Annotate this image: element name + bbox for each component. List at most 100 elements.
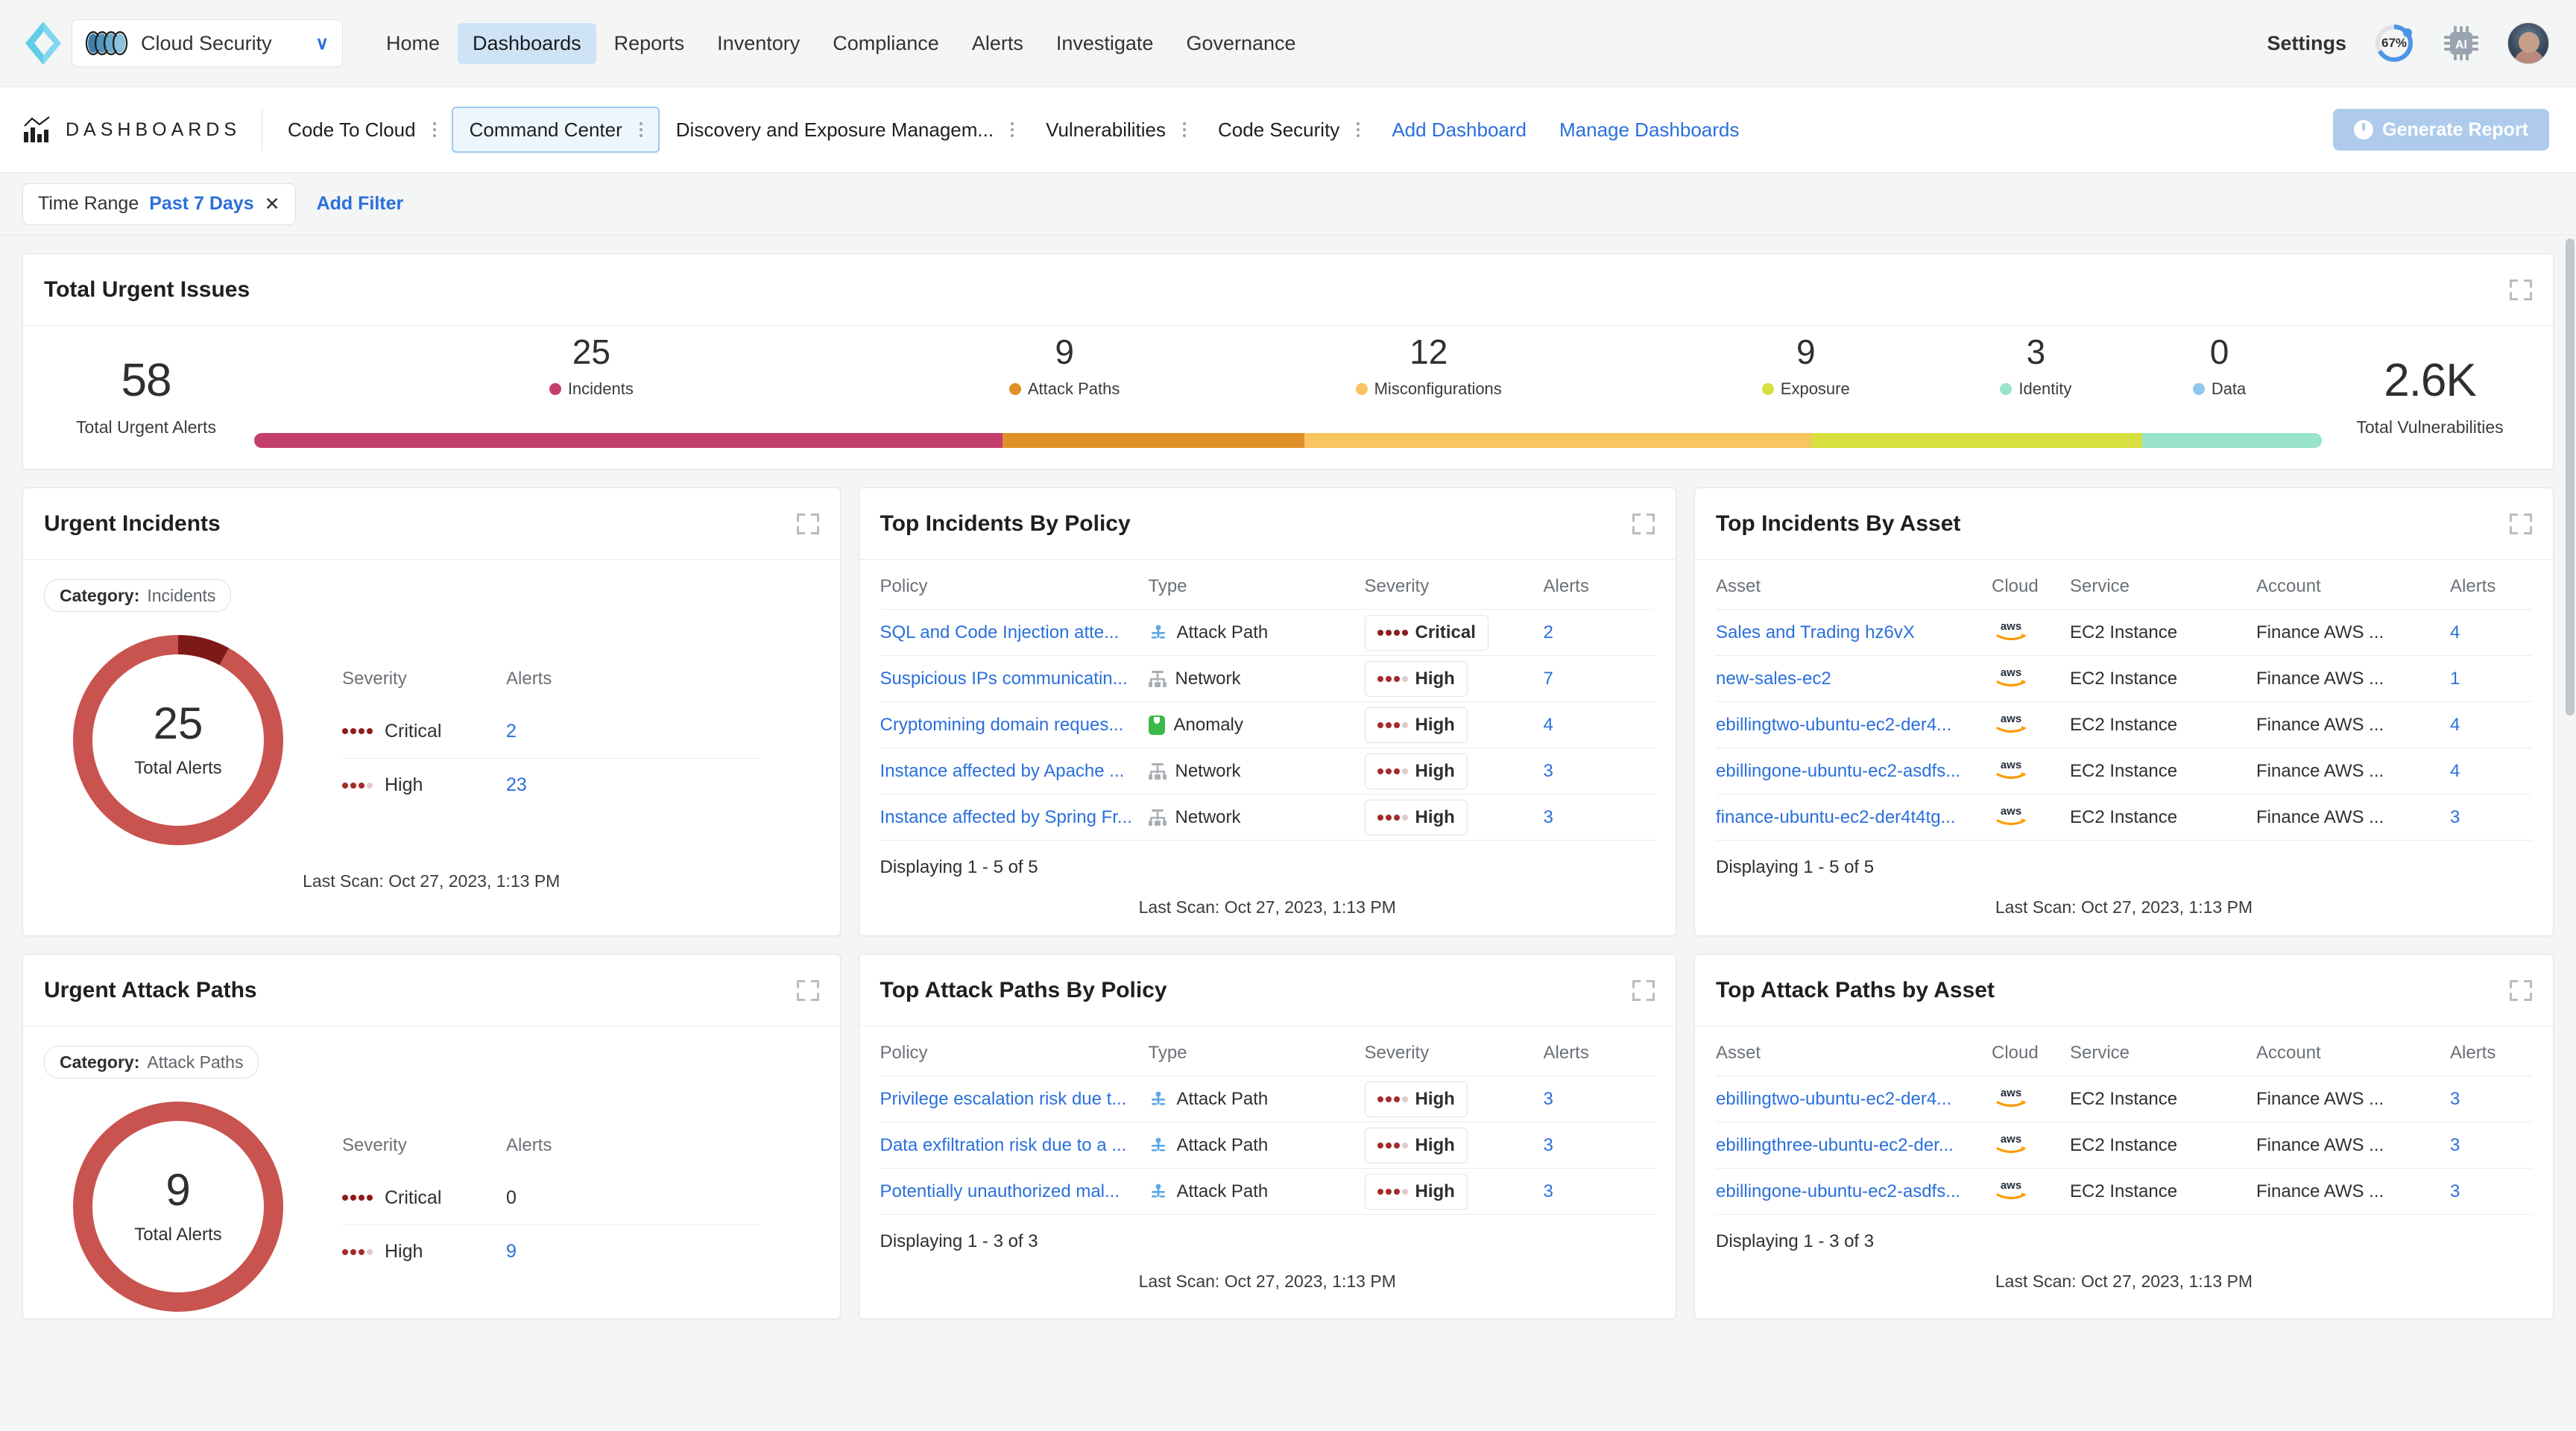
alerts-count-link[interactable]: 7 xyxy=(1544,669,1626,689)
tab-code-to-cloud[interactable]: Code To Cloud xyxy=(271,107,452,153)
expand-icon[interactable] xyxy=(2510,513,2532,534)
alerts-count-link[interactable]: 3 xyxy=(1544,1089,1626,1110)
tab-overflow-menu-icon[interactable] xyxy=(422,122,447,137)
table-row[interactable]: Privilege escalation risk due t... Attac… xyxy=(880,1075,1655,1122)
expand-icon[interactable] xyxy=(2510,279,2532,300)
nav-item-alerts[interactable]: Alerts xyxy=(957,23,1038,64)
expand-icon[interactable] xyxy=(796,979,819,1001)
expand-icon[interactable] xyxy=(1632,979,1655,1001)
alerts-count-link[interactable]: 4 xyxy=(2450,761,2532,782)
nav-item-compliance[interactable]: Compliance xyxy=(818,23,954,64)
table-row[interactable]: new-sales-ec2 aws EC2 Instance Finance A… xyxy=(1716,655,2532,701)
alerts-count-link[interactable]: 3 xyxy=(1544,1135,1626,1156)
alerts-count-link[interactable]: 3 xyxy=(1544,807,1626,828)
chevron-down-icon[interactable]: ∨ xyxy=(315,33,329,54)
asset-link[interactable]: ebillingone-ubuntu-ec2-asdfs... xyxy=(1716,761,1992,782)
legend-item-incidents[interactable]: 25 Incidents xyxy=(254,335,929,399)
alerts-count-link[interactable]: 3 xyxy=(2450,1181,2532,1202)
prisma-logo-icon[interactable] xyxy=(22,20,64,66)
alerts-count-link[interactable]: 3 xyxy=(1544,1181,1626,1202)
alerts-count-link[interactable]: 2 xyxy=(1544,622,1626,643)
asset-link[interactable]: ebillingone-ubuntu-ec2-asdfs... xyxy=(1716,1181,1992,1202)
legend-item-data[interactable]: 0 Data xyxy=(2117,335,2322,399)
table-row[interactable]: Instance affected by Spring Fr... Networ… xyxy=(880,794,1655,840)
policy-link[interactable]: Suspicious IPs communicatin... xyxy=(880,669,1149,689)
tab-command-center[interactable]: Command Center xyxy=(451,107,660,153)
tab-overflow-menu-icon[interactable] xyxy=(1345,122,1371,137)
table-row[interactable]: ebillingone-ubuntu-ec2-asdfs... aws EC2 … xyxy=(1716,748,2532,794)
policy-link[interactable]: Cryptomining domain reques... xyxy=(880,715,1149,736)
ai-assistant-icon[interactable]: AI xyxy=(2442,24,2481,63)
policy-link[interactable]: Instance affected by Spring Fr... xyxy=(880,807,1149,828)
alerts-count-link[interactable]: 3 xyxy=(2450,1089,2532,1110)
onboarding-progress-ring[interactable]: 67% xyxy=(2373,22,2415,64)
alerts-count-link[interactable]: 1 xyxy=(2450,669,2532,689)
policy-link[interactable]: Privilege escalation risk due t... xyxy=(880,1089,1149,1110)
severity-row[interactable]: High 23 xyxy=(342,758,760,812)
table-row[interactable]: SQL and Code Injection atte... Attack Pa… xyxy=(880,609,1655,655)
severity-row[interactable]: Critical 0 xyxy=(342,1171,760,1225)
bar-segment-incidents[interactable] xyxy=(254,433,1003,448)
category-chip[interactable]: Category: Attack Paths xyxy=(44,1046,259,1078)
alerts-count-link[interactable]: 3 xyxy=(2450,807,2532,828)
tenant-selector[interactable]: Cloud Security ∨ xyxy=(72,19,343,67)
filter-chip-time-range[interactable]: Time Range Past 7 Days ✕ xyxy=(22,183,296,225)
legend-item-misconfigurations[interactable]: 12 Misconfigurations xyxy=(1201,335,1657,399)
table-row[interactable]: ebillingtwo-ubuntu-ec2-der4... aws EC2 I… xyxy=(1716,701,2532,748)
asset-link[interactable]: ebillingtwo-ubuntu-ec2-der4... xyxy=(1716,715,1992,736)
policy-link[interactable]: Potentially unauthorized mal... xyxy=(880,1181,1149,1202)
remove-filter-icon[interactable]: ✕ xyxy=(265,193,280,215)
nav-item-governance[interactable]: Governance xyxy=(1171,23,1310,64)
policy-link[interactable]: SQL and Code Injection atte... xyxy=(880,622,1149,643)
tab-vulnerabilities[interactable]: Vulnerabilities xyxy=(1029,107,1202,153)
table-row[interactable]: Suspicious IPs communicatin... Network H… xyxy=(880,655,1655,701)
bar-segment-misconfigurations[interactable] xyxy=(1304,433,1811,448)
table-row[interactable]: Data exfiltration risk due to a ... Atta… xyxy=(880,1122,1655,1168)
legend-item-attack-paths[interactable]: 9 Attack Paths xyxy=(929,335,1201,399)
tab-overflow-menu-icon[interactable] xyxy=(1172,122,1197,137)
severity-row[interactable]: High 9 xyxy=(342,1225,760,1278)
add-dashboard-link[interactable]: Add Dashboard xyxy=(1375,119,1543,142)
severity-alert-count[interactable]: 2 xyxy=(506,721,517,742)
alerts-count-link[interactable]: 4 xyxy=(2450,622,2532,643)
table-row[interactable]: ebillingthree-ubuntu-ec2-der... aws EC2 … xyxy=(1716,1122,2532,1168)
tab-overflow-menu-icon[interactable] xyxy=(628,122,654,137)
severity-alert-count[interactable]: 9 xyxy=(506,1241,517,1263)
table-row[interactable]: Cryptomining domain reques... Anomaly Hi… xyxy=(880,701,1655,748)
asset-link[interactable]: new-sales-ec2 xyxy=(1716,669,1992,689)
generate-report-button[interactable]: Generate Report xyxy=(2333,109,2549,151)
tab-overflow-menu-icon[interactable] xyxy=(1000,122,1025,137)
expand-icon[interactable] xyxy=(1632,513,1655,534)
tab-code-security[interactable]: Code Security xyxy=(1202,107,1375,153)
asset-link[interactable]: ebillingthree-ubuntu-ec2-der... xyxy=(1716,1135,1992,1156)
asset-link[interactable]: Sales and Trading hz6vX xyxy=(1716,622,1992,643)
legend-item-identity[interactable]: 3 Identity xyxy=(1955,335,2117,399)
filter-value-label[interactable]: Past 7 Days xyxy=(149,193,253,215)
nav-item-home[interactable]: Home xyxy=(371,23,455,64)
category-chip[interactable]: Category: Incidents xyxy=(44,579,232,612)
table-row[interactable]: ebillingone-ubuntu-ec2-asdfs... aws EC2 … xyxy=(1716,1168,2532,1214)
severity-alert-count[interactable]: 23 xyxy=(506,774,527,796)
bar-segment-identity[interactable] xyxy=(2141,433,2322,448)
add-filter-link[interactable]: Add Filter xyxy=(317,193,404,215)
table-row[interactable]: Instance affected by Apache ... Network … xyxy=(880,748,1655,794)
table-row[interactable]: Potentially unauthorized mal... Attack P… xyxy=(880,1168,1655,1214)
asset-link[interactable]: finance-ubuntu-ec2-der4t4tg... xyxy=(1716,807,1992,828)
asset-link[interactable]: ebillingtwo-ubuntu-ec2-der4... xyxy=(1716,1089,1992,1110)
policy-link[interactable]: Instance affected by Apache ... xyxy=(880,761,1149,782)
table-row[interactable]: finance-ubuntu-ec2-der4t4tg... aws EC2 I… xyxy=(1716,794,2532,840)
alerts-count-link[interactable]: 3 xyxy=(2450,1135,2532,1156)
user-avatar[interactable] xyxy=(2507,22,2549,64)
alerts-count-link[interactable]: 4 xyxy=(1544,715,1626,736)
alerts-count-link[interactable]: 3 xyxy=(1544,761,1626,782)
nav-item-investigate[interactable]: Investigate xyxy=(1041,23,1169,64)
manage-dashboards-link[interactable]: Manage Dashboards xyxy=(1543,119,1755,142)
bar-segment-exposure[interactable] xyxy=(1811,433,2142,448)
severity-row[interactable]: Critical 2 xyxy=(342,704,760,758)
table-row[interactable]: Sales and Trading hz6vX aws EC2 Instance… xyxy=(1716,609,2532,655)
nav-item-inventory[interactable]: Inventory xyxy=(702,23,815,64)
policy-link[interactable]: Data exfiltration risk due to a ... xyxy=(880,1135,1149,1156)
expand-icon[interactable] xyxy=(2510,979,2532,1001)
alerts-count-link[interactable]: 4 xyxy=(2450,715,2532,736)
page-scrollbar-thumb[interactable] xyxy=(2566,238,2575,716)
